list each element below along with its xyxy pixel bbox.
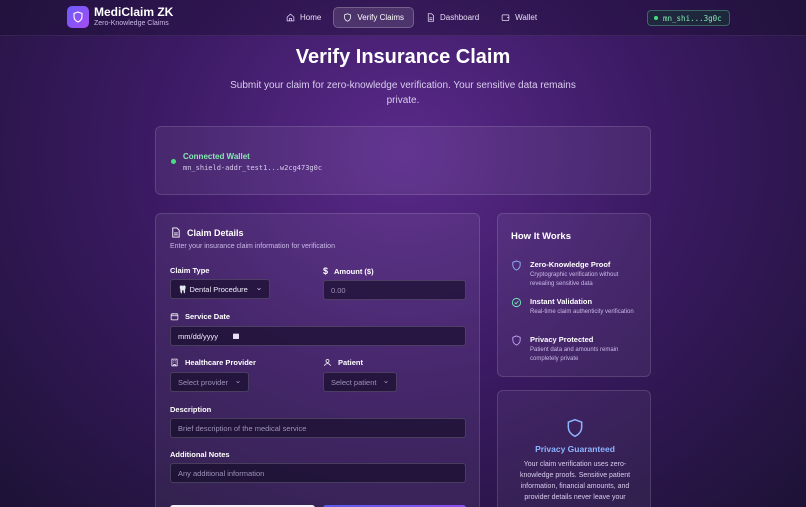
shield-icon [73,11,83,23]
brand-logo [67,6,89,28]
step-title: Zero-Knowledge Proof [530,260,611,269]
how-it-works-card: How It Works Zero-Knowledge Proof Crypto… [497,213,651,377]
description-placeholder: Brief description of the medical service [178,423,307,433]
calendar-picker-icon[interactable] [232,332,240,340]
step-desc: Real-time claim authenticity verificatio… [530,309,634,315]
shield-icon [512,335,521,346]
brand-title: MediClaim ZK [94,5,174,19]
nav-dashboard[interactable]: Dashboard [416,7,489,28]
tooth-icon: 🦷 [178,284,188,294]
user-icon [324,359,331,366]
description-input[interactable]: Brief description of the medical service [170,418,466,438]
step-desc: Cryptographic verification without revea… [530,272,619,287]
provider-placeholder: Select provider [178,377,229,387]
claim-details-header: Claim Details [170,227,244,238]
claim-details-title: Claim Details [187,227,244,238]
amount-placeholder: 0.00 [331,285,346,295]
privacy-guaranteed-title: Privacy Guaranteed [535,444,615,454]
amount-label: $ Amount ($) [323,266,374,276]
claim-type-value: 🦷 Dental Procedure [178,285,248,294]
healthcare-provider-label-text: Healthcare Provider [185,358,256,367]
nav-home-label: Home [300,13,322,22]
service-date-label-text: Service Date [185,312,231,321]
additional-notes-label-text: Additional Notes [170,450,230,459]
chevron-down-icon [384,380,388,384]
chevron-down-icon [257,287,261,291]
service-date-placeholder: mm/dd/yyyy [178,331,219,341]
connected-wallet-label: Connected Wallet [183,152,250,161]
dollar-icon: $ [323,266,329,276]
wallet-address-pill[interactable]: mn_shi...3g0c [647,10,730,26]
additional-notes-label: Additional Notes [170,450,230,459]
claim-details-subtitle: Enter your insurance claim information f… [170,243,335,250]
claim-type-value-text: Dental Procedure [189,284,248,294]
patient-label-text: Patient [338,358,364,367]
additional-notes-input[interactable]: Any additional information [170,463,466,483]
status-dot [654,16,658,20]
claim-type-label-text: Claim Type [170,266,210,275]
building-icon [171,358,178,367]
nav-wallet[interactable]: Wallet [491,7,547,28]
amount-label-text: Amount ($) [334,266,374,276]
service-date-label: Service Date [170,312,230,321]
nav-verify-claims[interactable]: Verify Claims [333,7,415,28]
check-circle-icon [511,297,522,308]
document-icon [427,13,434,22]
step-title: Privacy Protected [530,335,594,344]
patient-placeholder: Select patient [331,377,377,387]
service-date-input[interactable]: mm/dd/yyyy [170,326,466,346]
top-nav: MediClaim ZK Zero-Knowledge Claims Home … [0,0,806,36]
shield-icon [344,13,352,22]
healthcare-provider-label: Healthcare Provider [170,358,256,367]
claim-type-select[interactable]: 🦷 Dental Procedure [170,279,270,299]
connected-wallet-card: Connected Wallet mn_shield-addr_test1...… [155,126,651,195]
brand[interactable]: MediClaim ZK Zero-Knowledge Claims [67,6,173,28]
step-title: Instant Validation [530,297,593,306]
description-label: Description [170,405,211,414]
page-subtitle: Submit your claim for zero-knowledge ver… [230,80,576,106]
brand-subtitle: Zero-Knowledge Claims [94,20,169,27]
wallet-short-address: mn_shi...3g0c [663,13,722,23]
privacy-guaranteed-desc: Your claim verification uses zero-knowle… [519,461,631,501]
patient-label: Patient [323,358,363,367]
nav-home[interactable]: Home [276,7,331,28]
connected-status-dot [171,159,176,164]
home-icon [286,13,295,22]
nav-wallet-label: Wallet [515,13,538,22]
step-desc: Patient data and amounts remain complete… [530,347,619,362]
description-label-text: Description [170,405,212,414]
shield-icon [512,260,521,271]
amount-input[interactable]: 0.00 [323,280,466,300]
shield-icon [567,418,583,438]
how-it-works-title: How It Works [511,231,571,242]
wallet-icon [501,14,510,21]
document-icon [172,227,180,238]
healthcare-provider-select[interactable]: Select provider [170,372,249,392]
chevron-down-icon [236,380,240,384]
claim-type-label: Claim Type [170,266,209,275]
nav-links: Home Verify Claims Dashboard Wallet [276,7,547,28]
patient-select[interactable]: Select patient [323,372,397,392]
privacy-guaranteed-card: Privacy Guaranteed Your claim verificati… [497,390,651,507]
connected-wallet-address: mn_shield-addr_test1...w2cg473g0c [183,164,323,172]
claim-details-card: Claim Details Enter your insurance claim… [155,213,480,507]
page-title: Verify Insurance Claim [295,46,511,68]
calendar-icon [170,313,179,321]
additional-notes-placeholder: Any additional information [178,468,265,478]
nav-verify-claims-label: Verify Claims [357,13,405,22]
nav-dashboard-label: Dashboard [440,13,480,22]
